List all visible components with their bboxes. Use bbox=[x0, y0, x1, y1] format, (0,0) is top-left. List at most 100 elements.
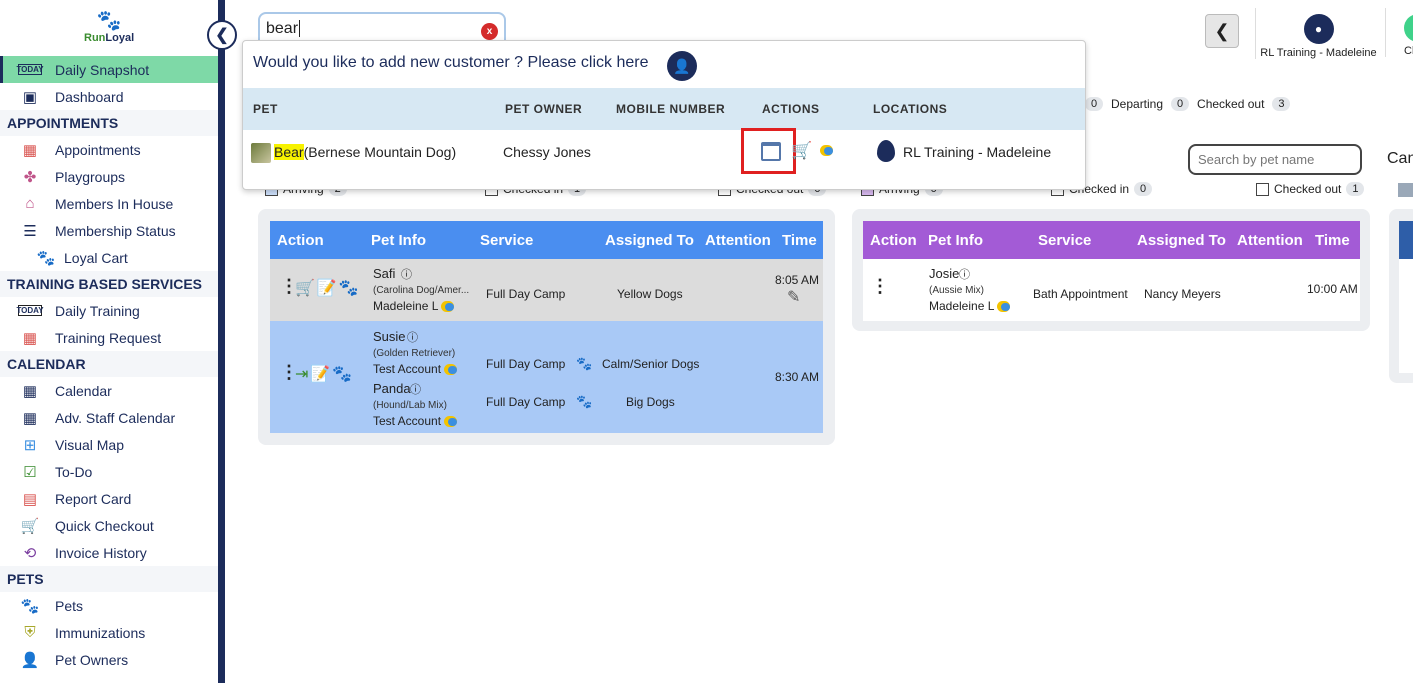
calendar-whistle-icon: ▦ bbox=[22, 329, 38, 347]
sidebar-item-label: Pets bbox=[55, 597, 84, 614]
sidebar-item-immunizations[interactable]: ⛨ Immunizations bbox=[0, 619, 218, 646]
owner-name[interactable]: Test Account bbox=[373, 414, 441, 428]
sidebar-item-label: To-Do bbox=[55, 463, 93, 480]
clock-in-button[interactable]: Clo bbox=[1385, 8, 1413, 57]
col-service: Service bbox=[480, 231, 534, 249]
col-pet: PET bbox=[253, 102, 278, 116]
chat-icon[interactable] bbox=[997, 301, 1011, 313]
clock-label: Clo bbox=[1404, 45, 1413, 57]
owner-line: Madeleine L bbox=[929, 299, 1011, 313]
sidebar-item-daily-snapshot[interactable]: TODAY Daily Snapshot bbox=[0, 56, 218, 83]
sidebar-item-loyal-cart[interactable]: 🐾 Loyal Cart bbox=[0, 244, 218, 271]
pet-name-search-input[interactable]: Search by pet name bbox=[1188, 144, 1362, 175]
row-action-icons: 🛒 📝 🐾 bbox=[295, 278, 359, 298]
checkout-door-icon[interactable]: ⇥ bbox=[295, 364, 308, 384]
departing-label[interactable]: Departing bbox=[1111, 97, 1163, 111]
sidebar-item-invoice-history[interactable]: ⟲ Invoice History bbox=[0, 539, 218, 566]
checked-out-label[interactable]: Checked out bbox=[1197, 97, 1264, 111]
clock-icon bbox=[1404, 14, 1413, 42]
col-attention: Attention bbox=[1237, 231, 1303, 249]
results-table-header: PET PET OWNER MOBILE NUMBER ACTIONS LOCA… bbox=[243, 88, 1085, 130]
sidebar-divider bbox=[218, 0, 225, 683]
chat-icon[interactable] bbox=[444, 416, 458, 428]
info-icon[interactable]: ⓘ bbox=[410, 381, 421, 397]
chat-icon[interactable] bbox=[441, 301, 455, 313]
edit-icon[interactable]: ✎ bbox=[787, 287, 800, 307]
playgroup-icon: ✤ bbox=[23, 168, 37, 186]
info-icon[interactable]: ⓘ bbox=[401, 266, 412, 282]
sidebar-item-report-card[interactable]: ▤ Report Card bbox=[0, 485, 218, 512]
owner-name[interactable]: Test Account bbox=[373, 362, 441, 376]
cart-icon[interactable]: 🛒 bbox=[791, 141, 812, 161]
pet-name[interactable]: Safi bbox=[373, 266, 395, 281]
cart-icon[interactable]: 🛒 bbox=[295, 278, 315, 298]
paw-plus-icon[interactable]: 🐾 bbox=[576, 394, 592, 410]
third-filter-checkbox[interactable] bbox=[1398, 183, 1413, 197]
paw-check-icon[interactable]: 🐾 bbox=[339, 278, 359, 298]
paw-check-icon[interactable]: 🐾 bbox=[332, 364, 352, 384]
today-whistle-icon: TODAY bbox=[16, 305, 44, 316]
col-actions: ACTIONS bbox=[762, 102, 820, 116]
more-actions-icon[interactable]: ⋮ bbox=[871, 277, 889, 295]
sidebar-item-label: Dashboard bbox=[55, 88, 124, 105]
person-icon: 👤 bbox=[20, 651, 40, 669]
cart-paw-icon: 🐾 bbox=[36, 249, 56, 267]
location-switcher[interactable]: ● RL Training - Madeleine bbox=[1255, 8, 1381, 59]
sidebar-item-pet-owners[interactable]: 👤 Pet Owners bbox=[0, 646, 218, 673]
more-actions-icon[interactable]: ⋮ bbox=[1408, 304, 1413, 322]
info-icon[interactable]: ⓘ bbox=[959, 266, 970, 282]
add-customer-prompt[interactable]: Would you like to add new customer ? Ple… bbox=[253, 54, 648, 72]
owner-line: Test Account bbox=[373, 362, 458, 376]
search-result-row[interactable]: Bear(Bernese Mountain Dog) Chessy Jones … bbox=[243, 130, 1085, 174]
sidebar-item-quick-checkout[interactable]: 🛒 Quick Checkout bbox=[0, 512, 218, 539]
sidebar-item-daily-training[interactable]: TODAY Daily Training bbox=[0, 297, 218, 324]
header-back-button[interactable]: ❮ bbox=[1205, 14, 1239, 48]
info-icon[interactable]: ⓘ bbox=[407, 329, 418, 345]
col-locations: LOCATIONS bbox=[873, 102, 948, 116]
search-results-dropdown: Would you like to add new customer ? Ple… bbox=[242, 40, 1086, 190]
col-time: Time bbox=[1315, 231, 1350, 249]
third-table-header bbox=[1399, 221, 1413, 259]
section-calendar: CALENDAR bbox=[0, 351, 218, 377]
pet-name[interactable]: Panda bbox=[373, 381, 411, 396]
chat-icon[interactable] bbox=[820, 145, 833, 156]
notes-icon[interactable]: 📝 bbox=[310, 364, 330, 384]
sidebar-item-appointments[interactable]: ▦ Appointments bbox=[0, 136, 218, 163]
assigned-group: Yellow Dogs bbox=[617, 287, 683, 301]
collapse-sidebar-button[interactable]: ❮ bbox=[207, 20, 237, 50]
owner-name[interactable]: Madeleine L bbox=[373, 299, 438, 313]
notes-icon[interactable]: 📝 bbox=[317, 278, 337, 298]
status-bar: 0 Departing 0 Checked out 3 bbox=[1085, 97, 1291, 111]
checked-out-checkbox[interactable] bbox=[1256, 182, 1269, 196]
sidebar-item-members-in-house[interactable]: ⌂ Members In House bbox=[0, 190, 218, 217]
sidebar-item-dashboard[interactable]: ▣ Dashboard bbox=[0, 83, 218, 110]
sidebar-item-membership-status[interactable]: ☰ Membership Status bbox=[0, 217, 218, 244]
history-icon: ⟲ bbox=[23, 544, 37, 562]
table-row[interactable]: ⋮ Josie ⓘ (Aussie Mix) Madeleine L Bath … bbox=[863, 259, 1360, 321]
col-service: Service bbox=[1038, 231, 1092, 249]
book-appointment-calendar-icon[interactable] bbox=[761, 142, 781, 161]
paw-plus-icon[interactable]: 🐾 bbox=[576, 356, 592, 372]
pet-name[interactable]: Susie bbox=[373, 329, 406, 344]
add-customer-icon[interactable]: 👤 bbox=[667, 51, 697, 81]
sidebar-item-label: Members In House bbox=[55, 195, 174, 212]
runloyal-logo[interactable]: 🐾 RunLoyal bbox=[84, 10, 134, 44]
table-row[interactable]: ⋮ 🛒 📝 🐾 Safi ⓘ (Carolina Dog/Amer... Madel… bbox=[270, 259, 823, 321]
filter-count: 1 bbox=[1346, 182, 1365, 196]
sidebar-item-training-request[interactable]: ▦ Training Request bbox=[0, 324, 218, 351]
sidebar-item-playgroups[interactable]: ✤ Playgroups bbox=[0, 163, 218, 190]
pet-name[interactable]: Josie bbox=[929, 266, 959, 281]
sidebar-item-to-do[interactable]: ☑ To-Do bbox=[0, 458, 218, 485]
sidebar-nav: TODAY Daily Snapshot ▣ Dashboard APPOINTME… bbox=[0, 56, 218, 673]
sidebar-item-visual-map[interactable]: ⊞ Visual Map bbox=[0, 431, 218, 458]
sidebar-item-pets[interactable]: 🐾 Pets bbox=[0, 592, 218, 619]
owner-name[interactable]: Madeleine L bbox=[929, 299, 994, 313]
chat-icon[interactable] bbox=[444, 364, 458, 376]
departing-count: 0 bbox=[1171, 97, 1190, 111]
clear-search-icon[interactable]: x bbox=[481, 23, 498, 40]
sidebar-item-calendar[interactable]: ▦ Calendar bbox=[0, 377, 218, 404]
table-row[interactable]: ⋮ ⇥ 📝 🐾 Susie ⓘ (Golden Retriever) Test Ac… bbox=[270, 321, 823, 433]
result-pet-name[interactable]: Bear(Bernese Mountain Dog) bbox=[274, 144, 456, 160]
sidebar-item-adv-staff-calendar[interactable]: ▦ Adv. Staff Calendar bbox=[0, 404, 218, 431]
purple-filter-checked-out[interactable]: Checked out 1 bbox=[1256, 182, 1365, 196]
